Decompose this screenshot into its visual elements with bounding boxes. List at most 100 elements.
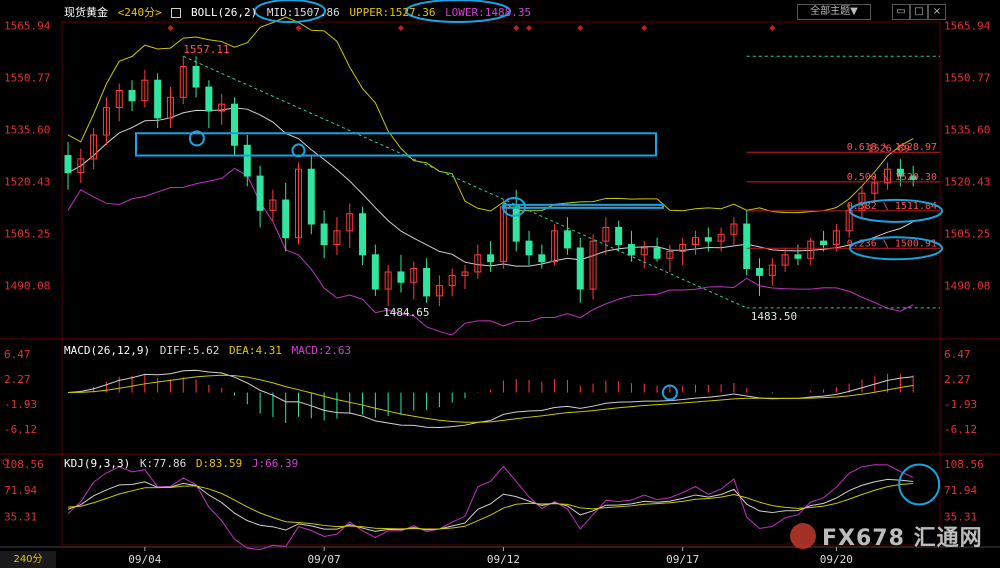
macd-tick-right: -6.12: [944, 423, 977, 436]
x-tick-label: 09/17: [666, 553, 699, 566]
kdj-tick-left: 71.94: [4, 484, 37, 497]
candle-body: [256, 175, 264, 211]
range-box: [504, 203, 664, 209]
kdj-name: KDJ(9,3,3): [64, 457, 131, 470]
period-tab[interactable]: 240分: [0, 551, 56, 568]
close-icon: ×: [932, 6, 942, 17]
macd-diff-line: [67, 369, 914, 429]
kdj-j: J:66.39: [251, 457, 299, 470]
candle-body: [205, 86, 213, 112]
kdj-tick-left: 108.56: [4, 458, 44, 471]
kdj-tick-right: 108.56: [944, 458, 984, 471]
candle-body: [423, 268, 431, 297]
restore-icon: ▭: [896, 6, 906, 17]
price-tick-right: 1490.08: [944, 279, 990, 292]
macd-dea: DEA:4.31: [228, 344, 282, 357]
macd-value: MACD:2.63: [291, 344, 352, 357]
candle-body: [371, 254, 379, 290]
window-maximize-button[interactable]: □: [910, 4, 928, 20]
candle-body: [820, 240, 828, 246]
x-tick-label: 09/12: [487, 553, 520, 566]
price-tick-right: 1565.94: [944, 20, 991, 33]
candle-body: [563, 230, 571, 249]
event-diamond-icon: [167, 25, 174, 31]
candle-body: [154, 79, 162, 119]
macd-tick-left: 6.47: [4, 348, 31, 361]
kdj-k: K:77.86: [139, 457, 187, 470]
candle-body: [128, 89, 136, 102]
upper-label: UPPER:1527.36: [349, 6, 436, 19]
candle-body: [282, 199, 290, 239]
macd-tick-left: 2.27: [4, 373, 31, 386]
macd-tick-right: -1.93: [944, 398, 977, 411]
price-tick-right: 1550.77: [944, 72, 990, 85]
macd-tick-right: 6.47: [944, 348, 971, 361]
low1-label: 1484.65: [383, 306, 429, 319]
macd-header: MACD(26,12,9) DIFF:5.62 DEA:4.31 MACD:2.…: [64, 344, 354, 357]
candle-body: [487, 254, 495, 263]
price-tick-left: 1490.08: [4, 279, 50, 292]
macd-tick-left: -6.12: [4, 423, 37, 436]
kdj-tick-right: 71.94: [944, 484, 977, 497]
boll-label: BOLL(26,2): [191, 6, 258, 19]
theme-select-button[interactable]: 全部主题▼: [797, 4, 871, 20]
x-tick-label: 09/20: [820, 553, 853, 566]
macd-diff: DIFF:5.62: [159, 344, 220, 357]
price-tick-left: 1550.77: [4, 72, 50, 85]
kdj-d: D:83.59: [195, 457, 243, 470]
macd-tick-left: -1.93: [4, 398, 37, 411]
candle-body: [538, 254, 546, 263]
high-label: 1557.11: [183, 43, 229, 56]
price-tick-left: 1520.43: [4, 175, 50, 188]
candle-body: [653, 247, 661, 259]
candle-body: [230, 103, 238, 146]
price-tick-right: 1520.43: [944, 175, 990, 188]
candle-body: [64, 155, 72, 174]
symbol-label: 现货黄金: [64, 6, 108, 19]
low2-label: 1483.50: [751, 310, 797, 323]
kdj-d-line: [67, 482, 914, 530]
window-close-button[interactable]: ×: [928, 4, 946, 20]
watermark-text: FX678 汇通网: [822, 526, 983, 551]
x-tick-label: 09/07: [308, 553, 341, 566]
candle-body: [576, 247, 584, 290]
candle-body: [704, 237, 712, 242]
event-diamond-icon: [295, 25, 302, 31]
chart-canvas: 1565.94 1565.94 1550.77 1550.77 1535.60 1535.…: [0, 0, 1000, 566]
price-tick-right: 1505.25: [944, 227, 990, 240]
kdj-header: KDJ(9,3,3) K:77.86 D:83.59 J:66.39: [64, 457, 301, 470]
candle-body: [397, 271, 405, 283]
chart-root: 1565.94 1565.94 1550.77 1550.77 1535.60 1535.…: [0, 0, 1000, 568]
window-restore-button[interactable]: ▭: [892, 4, 910, 20]
price-tick-right: 1535.60: [944, 124, 990, 137]
x-tick-label: 09/04: [128, 553, 161, 566]
candle-body: [743, 223, 751, 270]
price-tick-left: 1565.94: [4, 20, 51, 33]
macd-dea-line: [67, 374, 914, 423]
last-label: 1526.89: [868, 143, 910, 154]
kdj-k-line: [67, 478, 914, 532]
candle-body: [615, 226, 623, 246]
mid-label: MID:1507.86: [266, 6, 340, 19]
watermark: FX678 汇通网: [790, 520, 983, 552]
period-label[interactable]: <240分>: [118, 6, 162, 19]
candle-body: [512, 206, 520, 242]
candle-body: [359, 213, 367, 256]
candle-body: [525, 240, 533, 256]
price-tick-left: 1535.60: [4, 124, 50, 137]
candle-body: [243, 144, 251, 177]
candle-body: [756, 268, 764, 276]
fib-label: 0.500 \ 1520.30: [847, 172, 937, 183]
candle-body: [192, 66, 200, 88]
macd-name: MACD(26,12,9): [64, 344, 151, 357]
maximize-icon: □: [914, 6, 924, 17]
lower-label: LOWER:1488.35: [445, 6, 532, 19]
price-header: 现货黄金 <240分> BOLL(26,2) MID:1507.86 UPPER…: [64, 4, 534, 20]
kdj-tick-left: 35.31: [4, 510, 37, 523]
boll-icon: [171, 8, 182, 18]
candle-body: [307, 168, 315, 225]
resistance-box: [135, 132, 657, 157]
candle-body: [794, 254, 802, 259]
macd-tick-right: 2.27: [944, 373, 971, 386]
candle-body: [627, 244, 635, 256]
